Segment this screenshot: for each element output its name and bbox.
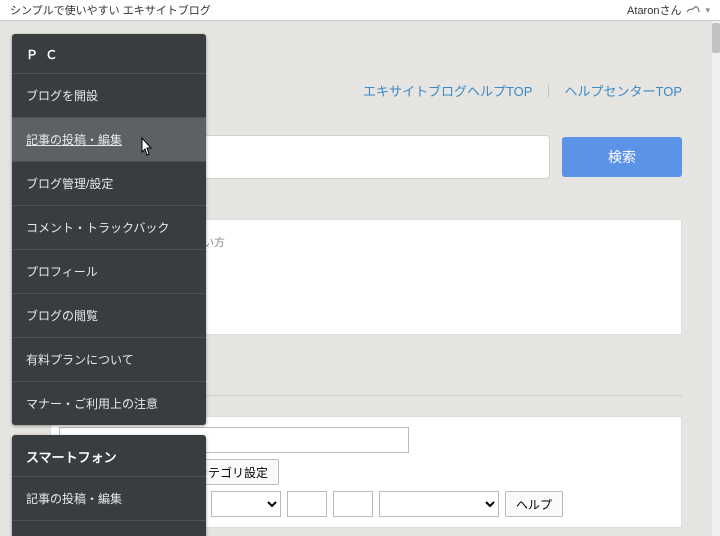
link-blog-help-top[interactable]: エキサイトブログヘルプTOP bbox=[363, 84, 532, 99]
sidebar-header-smartphone: スマートフォン bbox=[12, 435, 206, 476]
sidebar-header-pc: Ｐ Ｃ bbox=[12, 34, 206, 73]
top-bar: シンプルで使いやすい エキサイトブログ Ataronさん ▾ bbox=[0, 0, 720, 21]
sidebar-item-sp-post-edit[interactable]: 記事の投稿・編集 bbox=[12, 476, 206, 520]
sidebar-panel-pc: Ｐ Ｃ ブログを開設 記事の投稿・編集 ブログ管理/設定 コメント・トラックバッ… bbox=[12, 34, 206, 425]
sidebar-item-paid-plan[interactable]: 有料プランについて bbox=[12, 337, 206, 381]
sidebar-item-comment-trackback[interactable]: コメント・トラックバック bbox=[12, 205, 206, 249]
day-select[interactable] bbox=[211, 491, 281, 517]
link-help-center-top[interactable]: ヘルプセンターTOP bbox=[565, 84, 683, 99]
minute-input[interactable] bbox=[333, 491, 373, 517]
sidebar-item-sp-blog-settings[interactable]: ブログ管理/設定 bbox=[12, 520, 206, 536]
vertical-scrollbar[interactable] bbox=[712, 21, 720, 536]
sidebar-panel-smartphone: スマートフォン 記事の投稿・編集 ブログ管理/設定 bbox=[12, 435, 206, 536]
sidebar-item-browse-blog[interactable]: ブログの閲覧 bbox=[12, 293, 206, 337]
search-button[interactable]: 検索 bbox=[562, 137, 682, 177]
sidebar-item-blog-settings[interactable]: ブログ管理/設定 bbox=[12, 161, 206, 205]
status-select[interactable] bbox=[379, 491, 499, 517]
user-menu[interactable]: Ataronさん ▾ bbox=[627, 2, 710, 18]
caret-down-icon: ▾ bbox=[705, 5, 710, 16]
sidebar: Ｐ Ｃ ブログを開設 記事の投稿・編集 ブログ管理/設定 コメント・トラックバッ… bbox=[12, 34, 206, 536]
sidebar-item-manners[interactable]: マナー・ご利用上の注意 bbox=[12, 381, 206, 425]
user-avatar-icon bbox=[685, 4, 701, 17]
sidebar-item-post-edit[interactable]: 記事の投稿・編集 bbox=[12, 117, 206, 161]
scroll-thumb[interactable] bbox=[712, 23, 720, 53]
sidebar-item-create-blog[interactable]: ブログを開設 bbox=[12, 73, 206, 117]
hour-input[interactable] bbox=[287, 491, 327, 517]
help-button[interactable]: ヘルプ bbox=[505, 491, 563, 517]
header-links: エキサイトブログヘルプTOP ｜ ヘルプセンターTOP bbox=[363, 81, 682, 100]
topbar-title: シンプルで使いやすい エキサイトブログ bbox=[10, 2, 211, 18]
sidebar-item-profile[interactable]: プロフィール bbox=[12, 249, 206, 293]
